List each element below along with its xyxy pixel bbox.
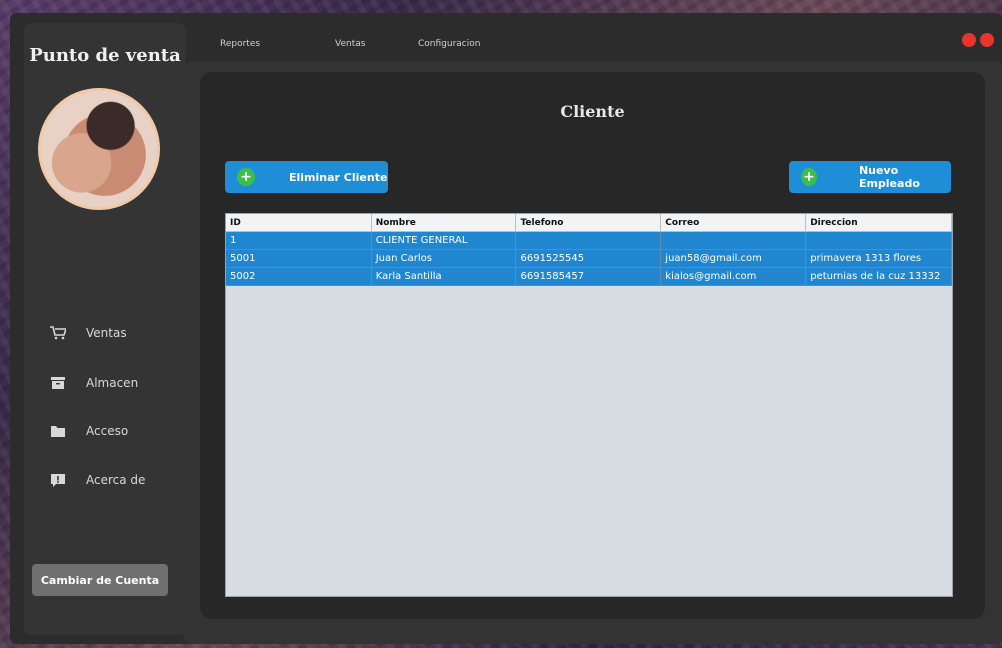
table-row[interactable]: 5002 Karla Santilla 6691585457 kialos@gm…	[226, 267, 952, 286]
menu-ventas[interactable]: Ventas	[335, 31, 365, 50]
table-row[interactable]: 5001 Juan Carlos 6691525545 juan58@gmail…	[226, 249, 952, 268]
cell-telefono[interactable]: 6691585457	[515, 267, 662, 286]
archive-icon	[51, 377, 65, 389]
cell-id[interactable]: 5001	[226, 249, 372, 268]
table-row[interactable]: 1 CLIENTE GENERAL	[226, 231, 952, 250]
column-header-telefono[interactable]: Telefono	[515, 214, 662, 232]
sidebar-item-label: Ventas	[86, 326, 127, 340]
delete-client-label: Eliminar Cliente	[289, 170, 388, 184]
plus-icon: +	[237, 168, 255, 186]
cell-id[interactable]: 1	[226, 231, 372, 250]
plus-icon: +	[801, 168, 817, 186]
cell-nombre[interactable]: Karla Santilla	[371, 267, 517, 286]
column-header-correo[interactable]: Correo	[660, 214, 807, 232]
column-header-nombre[interactable]: Nombre	[371, 214, 517, 232]
column-header-id[interactable]: ID	[226, 214, 372, 232]
cell-telefono[interactable]	[515, 231, 662, 250]
content-card: Cliente + Eliminar Cliente + Nuevo Emple…	[200, 72, 985, 619]
new-employee-button[interactable]: + Nuevo Empleado	[789, 161, 951, 193]
window-controls	[962, 33, 994, 47]
main-panel: Cliente + Eliminar Cliente + Nuevo Emple…	[184, 61, 1002, 644]
cell-id[interactable]: 5002	[226, 267, 372, 286]
cell-telefono[interactable]: 6691525545	[515, 249, 662, 268]
new-employee-label: Nuevo Empleado	[858, 164, 920, 190]
sidebar-item-acceso[interactable]: Acceso	[50, 416, 170, 446]
cell-correo[interactable]: kialos@gmail.com	[660, 267, 807, 286]
cell-nombre[interactable]: CLIENTE GENERAL	[371, 231, 517, 250]
cell-direccion[interactable]	[805, 231, 952, 250]
folder-icon	[51, 426, 65, 437]
cell-nombre[interactable]: Juan Carlos	[371, 249, 517, 268]
sidebar-item-label: Acerca de	[86, 473, 146, 487]
sidebar-item-almacen[interactable]: Almacen	[50, 368, 170, 398]
column-header-direccion[interactable]: Direccion	[805, 214, 952, 232]
cell-direccion[interactable]: peturnias de la cuz 13332	[805, 267, 952, 286]
clients-table[interactable]: ID Nombre Telefono Correo Direccion 1 CL…	[225, 213, 953, 597]
close-button[interactable]	[980, 33, 994, 47]
sidebar-item-label: Acceso	[86, 424, 129, 438]
cell-correo[interactable]	[660, 231, 807, 250]
sidebar-item-label: Almacen	[86, 376, 139, 390]
cart-icon	[50, 326, 66, 340]
brand-title: Punto de venta	[29, 45, 181, 66]
cell-correo[interactable]: juan58@gmail.com	[660, 249, 807, 268]
minimize-button[interactable]	[962, 33, 976, 47]
delete-client-button[interactable]: + Eliminar Cliente	[225, 161, 388, 193]
avatar	[38, 88, 160, 210]
cell-direccion[interactable]: primavera 1313 flores	[805, 249, 952, 268]
sidebar: Punto de venta Ventas Almacen Acceso Ace…	[24, 23, 186, 635]
table-header-row: ID Nombre Telefono Correo Direccion	[226, 214, 952, 232]
app-window: Reportes Ventas Configuracion Punto de v…	[10, 13, 1002, 644]
menu-configuracion[interactable]: Configuracion	[418, 31, 480, 50]
sidebar-item-acerca[interactable]: Acerca de	[50, 465, 170, 495]
sidebar-item-ventas[interactable]: Ventas	[50, 318, 170, 348]
menu-reportes[interactable]: Reportes	[220, 31, 260, 50]
page-title: Cliente	[560, 102, 625, 121]
info-icon	[51, 474, 65, 487]
switch-account-button[interactable]: Cambiar de Cuenta	[32, 564, 168, 596]
